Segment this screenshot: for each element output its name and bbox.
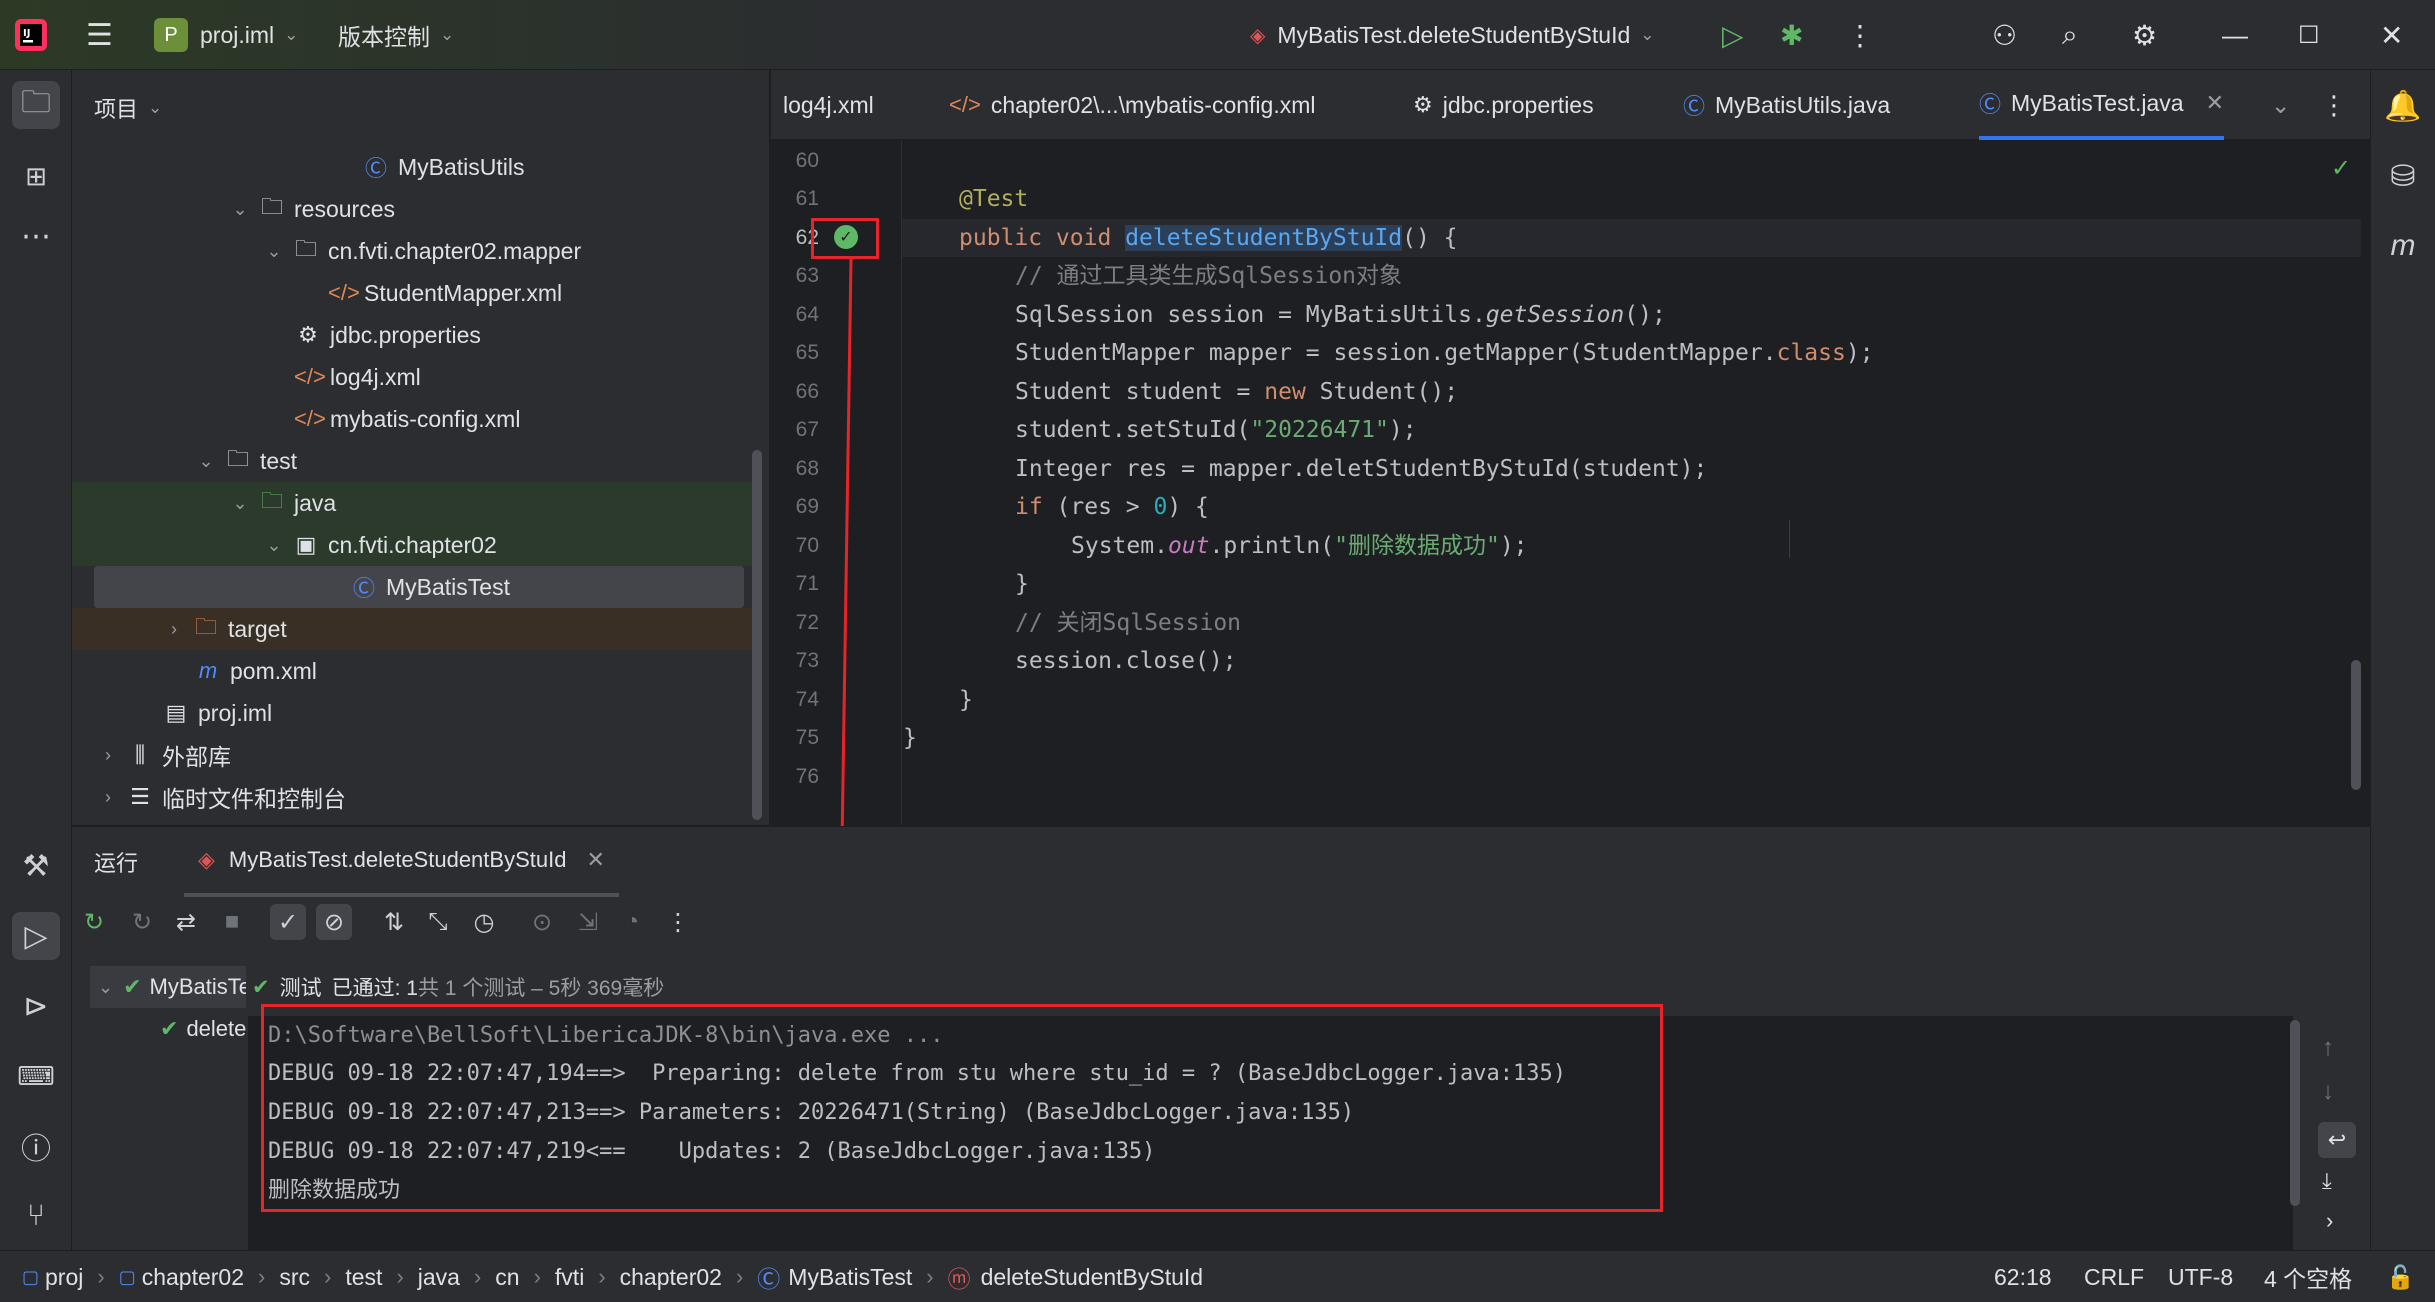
collapse-icon[interactable]: ⤡ [420,904,456,940]
breadcrumb-item[interactable]: deleteStudentByStuId [981,1264,1204,1291]
test-tree-child-label: delete [186,1016,247,1041]
lock-icon[interactable]: 🔓 [2386,1251,2415,1302]
status-bar: ▢ proj › ▢ chapter02 › src › test › java… [0,1250,2435,1302]
scroll-up-icon[interactable]: ↑ [2322,1034,2334,1062]
passed-check-icon: ✔ [252,975,270,999]
chevron-down-icon: ⌄ [98,976,114,997]
test-tree-root[interactable]: ⌄ ✔ MyBatisTest [90,966,246,1008]
test-status-detail: 共 1 个测试 – 5秒 369毫秒 [417,977,665,1000]
run-tab[interactable]: ◈ MyBatisTest.deleteStudentByStuId ✕ [184,827,619,897]
test-tree-child[interactable]: ✔ delete [160,1008,248,1050]
breadcrumb-item[interactable]: test [345,1264,382,1291]
chevron-right-icon: › [735,1264,744,1289]
indent-setting[interactable]: 4 个空格 [2264,1251,2352,1302]
console-scrollbar[interactable] [2290,1020,2300,1206]
chevron-right-icon: › [396,1264,404,1289]
chevron-right-icon: › [97,1264,105,1289]
scroll-down-icon[interactable]: ↓ [2322,1078,2334,1106]
class-icon: Ⓒ [757,1266,781,1292]
chevron-right-icon: › [324,1264,332,1289]
stop-icon[interactable]: ■ [214,904,250,940]
close-tab-icon[interactable]: ✕ [586,847,604,873]
method-icon: ⓜ [947,1266,971,1292]
history-icon[interactable]: ◷ [466,904,502,940]
soft-wrap-icon[interactable]: ↩ [2318,1122,2356,1158]
chevron-right-icon: › [258,1264,266,1289]
breadcrumb: ▢ proj › ▢ chapter02 › src › test › java… [22,1251,1203,1302]
scroll-to-end-icon[interactable]: ⤓ [2322,1168,2332,1194]
run-tab-label: MyBatisTest.deleteStudentByStuId [228,847,567,872]
breadcrumb-item[interactable]: proj [45,1264,83,1291]
sort-icon[interactable]: ⇅ [376,904,412,940]
chevron-right-icon: › [533,1264,541,1289]
highlight-box [261,1004,1663,1212]
passed-check-icon: ✔ [123,974,142,999]
speedometer-icon[interactable]: ◔ [614,904,650,940]
test-tree-root-label: MyBatisTest [149,974,246,999]
breadcrumb-item[interactable]: src [279,1264,310,1291]
breadcrumb-item[interactable]: chapter02 [142,1264,244,1291]
chevron-right-icon: › [598,1264,606,1289]
junit-icon: ◈ [198,847,215,872]
test-status-label: 测试 [279,977,322,1000]
chevron-right-icon: › [926,1264,934,1289]
camera-icon[interactable]: ⊙ [524,904,560,940]
module-icon: ▢ [118,1266,136,1287]
passed-check-icon: ✔ [160,1016,179,1041]
show-passed-icon[interactable]: ✓ [270,904,306,940]
breadcrumb-item[interactable]: MyBatisTest [788,1264,912,1291]
chevron-right-icon: › [473,1264,482,1289]
rerun-failed-icon[interactable]: ↻ [124,904,160,940]
breadcrumb-item[interactable]: cn [495,1264,519,1291]
import-icon[interactable]: ⇲ [570,904,606,940]
chevron-right-icon[interactable]: › [2326,1208,2333,1234]
more-icon[interactable]: ⋮ [660,904,696,940]
cursor-position[interactable]: 62:18 [1994,1251,2052,1302]
test-passed-count: 已通过: 1 [331,977,418,1000]
breadcrumb-item[interactable]: chapter02 [620,1264,722,1291]
show-ignored-icon[interactable]: ⊘ [316,904,352,940]
breadcrumb-item[interactable]: java [418,1264,460,1291]
module-icon: ▢ [22,1266,40,1287]
toggle-auto-test-icon[interactable]: ⇄ [168,904,204,940]
line-separator[interactable]: CRLF [2084,1251,2144,1302]
run-panel-title: 运行 [94,851,139,876]
test-status: ✔ 测试 已通过: 1 共 1 个测试 – 5秒 369毫秒 [252,966,664,1008]
rerun-icon[interactable]: ↻ [76,904,112,940]
file-encoding[interactable]: UTF-8 [2168,1251,2233,1302]
breadcrumb-item[interactable]: fvti [555,1264,584,1291]
